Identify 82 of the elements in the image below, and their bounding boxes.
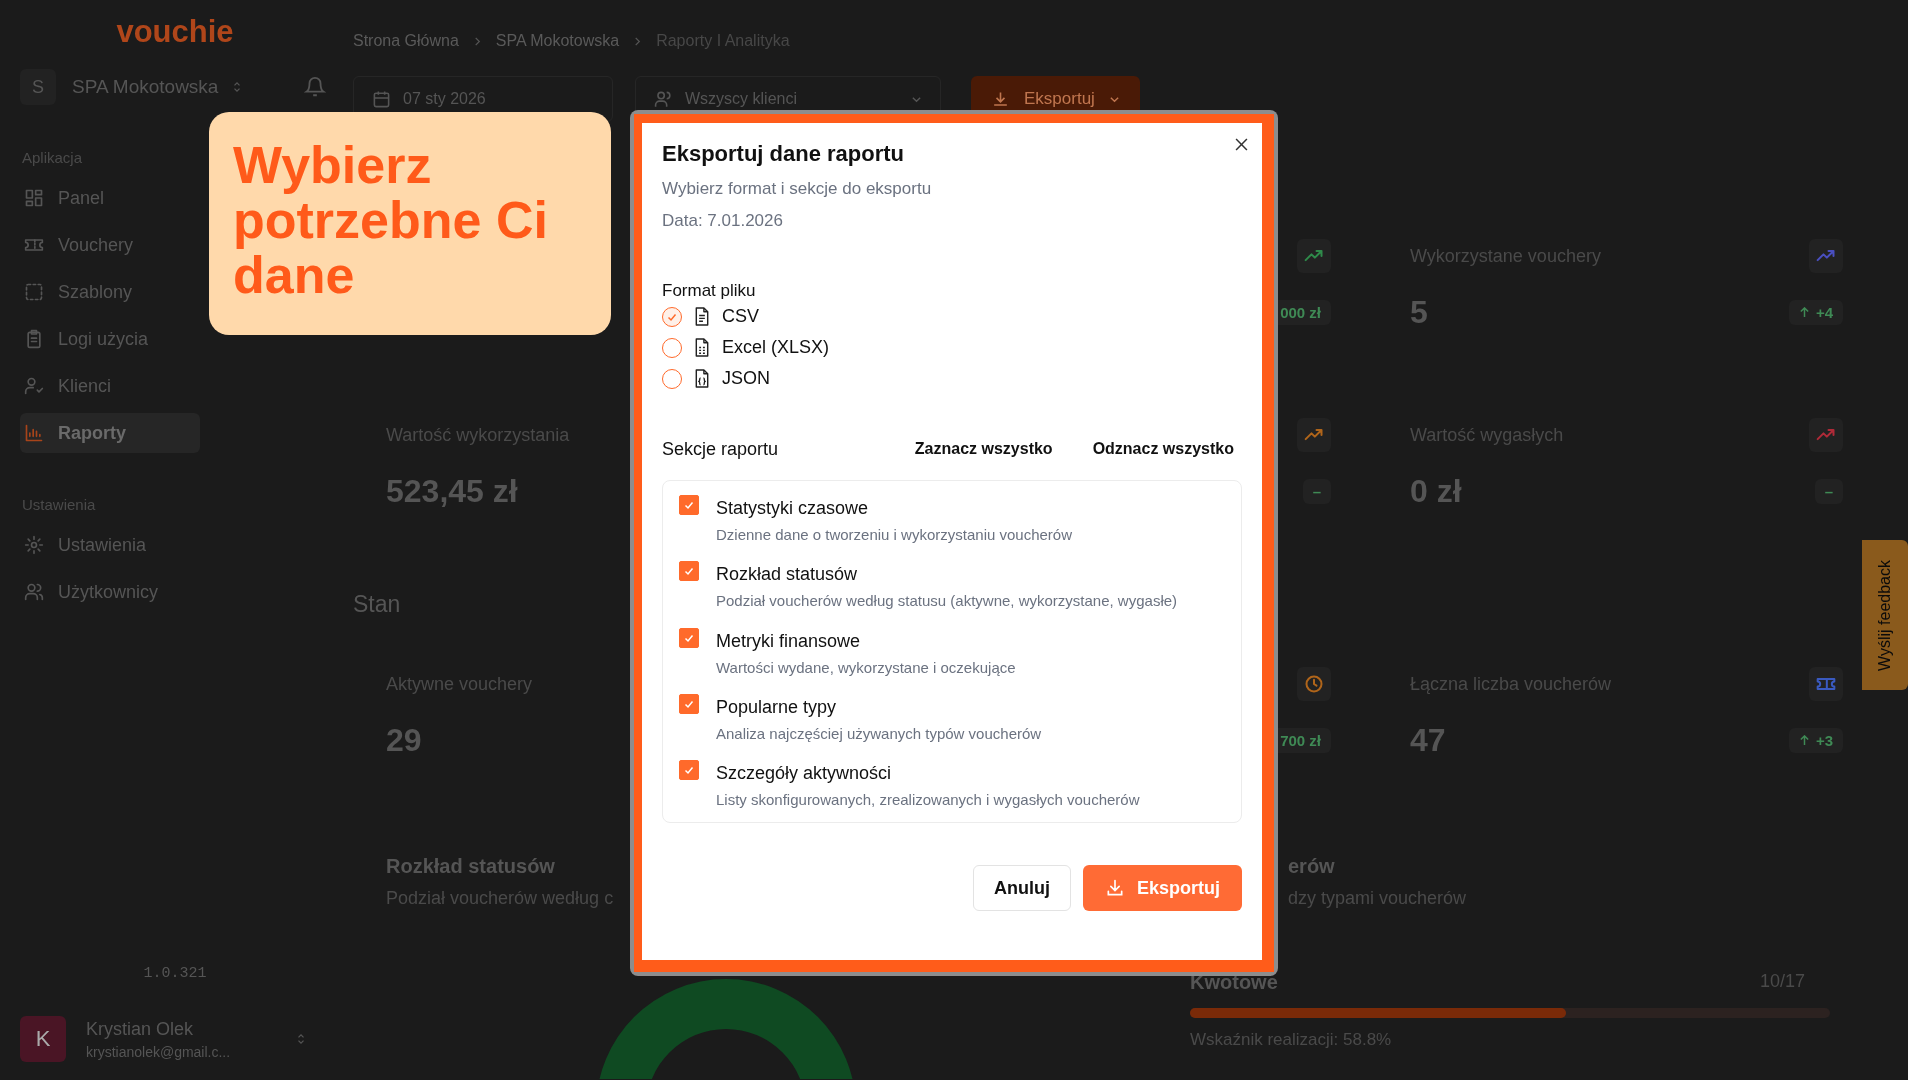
chart-title: Rozkład statusów [386,855,555,878]
section-title: Statystyki czasowe [716,498,869,519]
change-badge: +3 [1788,727,1843,753]
section-description: Listy skonfigurowanych, zrealizowanych i wygasłych voucherów [716,790,1140,810]
stat-value: 47 [1410,721,1446,759]
calendar-icon [372,89,391,109]
stat-value: 5 [1410,293,1428,331]
clipboard-icon [24,329,44,349]
nav-item[interactable]: Raporty [20,413,200,453]
section-title: Metryki finansowe [716,630,861,652]
section-description: Analiza najczęściej używanych typów voucherów [716,723,1042,744]
bell-icon[interactable] [304,76,326,98]
format-option[interactable]: JSON [662,363,770,394]
nav-item[interactable]: Szablony [20,272,200,312]
field-label: Sekcje raportu [662,438,780,460]
close-icon [1234,137,1248,151]
section-description: Podział voucherów według statusu (aktywne, wykorzystane, wygasłe) [716,591,1178,612]
dialog-date: Data: 7.01.2026 [662,211,783,231]
breadcrumb-link[interactable]: Strona Główna [353,32,459,50]
spreadsheet-icon [694,338,710,357]
dialog-title: Eksportuj dane raportu [662,141,905,167]
dialog-subtitle: Wybierz format i sekcje do eksportu [662,179,932,199]
export-button[interactable]: Eksportuj [1083,865,1242,912]
check-icon [683,764,695,776]
checkbox[interactable] [679,693,699,714]
section-title: Popularne typy [716,696,837,718]
chart-title: erów [1288,855,1335,878]
grid-icon [24,188,44,208]
section-description: Dzienne dane o tworzeniu i wykorzystaniu voucherów [716,525,1072,545]
deselect-all-button[interactable]: Odznacz wszystko [1084,436,1242,462]
chevrons-icon [232,80,243,94]
chevron-right-icon [633,36,643,46]
arrow-up-icon [1798,734,1810,746]
dashed-square-icon [24,282,44,302]
code-file-icon [694,369,710,388]
users-icon [24,582,44,602]
check-icon [683,499,695,511]
nav-item[interactable]: Logi użycia [20,319,200,359]
arrow-up-icon [1798,306,1810,318]
version-label: 1.0.321 [143,965,207,982]
checkbox[interactable] [679,495,699,515]
user-name: Krystian Olek [86,1018,195,1040]
checkbox[interactable] [679,760,699,780]
checkbox[interactable] [679,627,699,648]
stat-value: 29 [386,721,422,759]
nav-item[interactable]: Panel [20,178,200,218]
cancel-button[interactable]: Anuluj [973,865,1071,912]
nav-item[interactable]: Użytkownicy [20,572,200,612]
stat-value: 523,45 zł [386,472,518,510]
nav-item[interactable]: Ustawienia [20,525,200,565]
breadcrumb-link[interactable]: SPA Mokotowska [495,32,620,50]
change-badge: +4 [1788,299,1843,325]
document-icon [694,307,710,326]
user-check-icon [24,376,44,396]
field-label: Format pliku [662,281,756,301]
select-all-button[interactable]: Zaznacz wszystko [906,436,1061,462]
section-title: Rozkład statusów [716,564,858,586]
stat-value: 0 zł [1410,472,1462,510]
chevron-right-icon [472,36,482,46]
org-switcher[interactable]: SPA Mokotowska [72,76,272,98]
format-option[interactable]: CSV [662,301,759,332]
section-title: Szczegóły aktywności [716,763,892,784]
section-description: Wartości wydane, wykorzystane i oczekujące [716,657,1016,678]
hint-tooltip: Wybierz potrzebne Ci dane [209,112,611,335]
section-heading: Stan [353,590,401,618]
logo: vouchie [116,16,234,47]
format-option[interactable]: Excel (XLSX) [662,332,830,363]
user-avatar: K [20,1016,66,1062]
chevrons-icon[interactable] [296,1032,306,1046]
checkbox[interactable] [679,561,699,582]
change-badge: – [1302,478,1331,504]
download-icon [1105,878,1125,899]
feedback-tab[interactable]: Wyślij feedback [1862,540,1908,690]
progress-label: Kwotowe [1190,971,1278,994]
change-badge: – [1814,478,1843,504]
user-email: krystianolek@gmail.c... [86,1043,232,1060]
nav-item[interactable]: Vouchery [20,225,200,265]
download-icon [991,89,1010,109]
nav-item[interactable]: Klienci [20,366,200,406]
users-icon [654,89,673,109]
check-icon [683,565,695,578]
bar-chart-icon [24,423,44,443]
